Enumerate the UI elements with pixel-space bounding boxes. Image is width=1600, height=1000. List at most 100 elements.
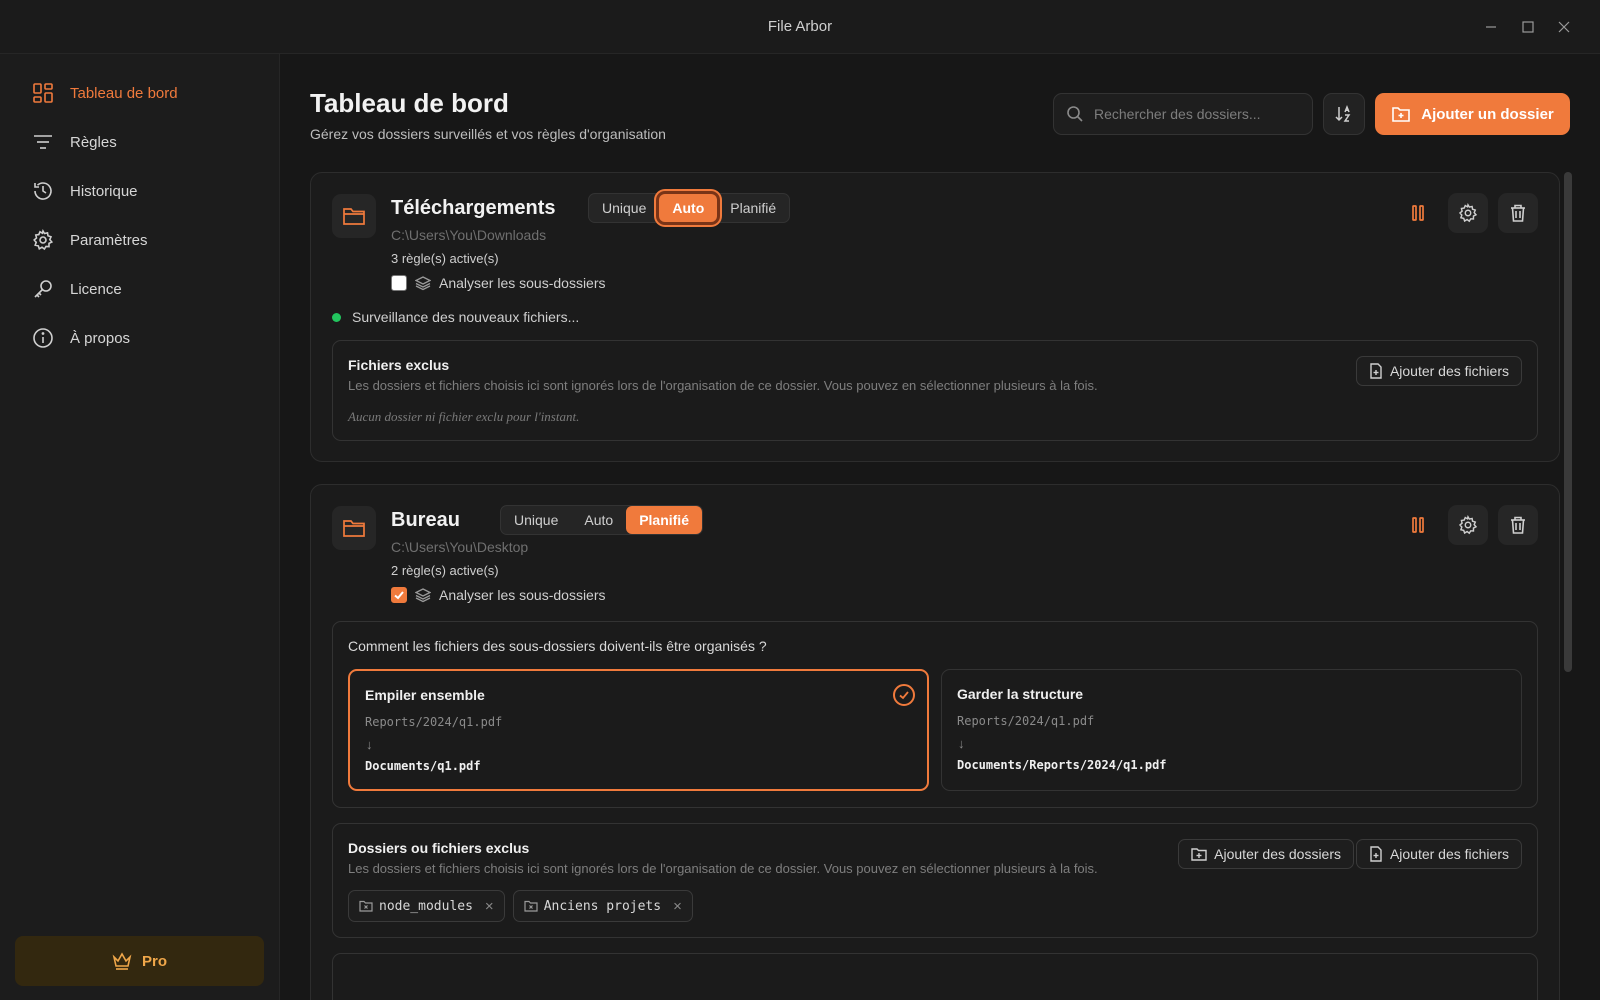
- sidebar-item-rules[interactable]: Règles: [30, 127, 117, 157]
- sidebar-item-label: Licence: [70, 280, 122, 298]
- folder-icon: [332, 194, 376, 238]
- history-icon: [30, 178, 56, 204]
- add-files-button[interactable]: Ajouter des fichiers: [1355, 839, 1522, 869]
- add-folder-button[interactable]: Ajouter un dossier: [1375, 93, 1570, 135]
- mode-option-unique[interactable]: Unique: [501, 506, 571, 534]
- pro-label: Pro: [141, 952, 167, 970]
- organize-question: Comment les fichiers des sous-dossiers d…: [348, 638, 767, 654]
- pause-icon: [1412, 517, 1424, 533]
- mode-option-auto[interactable]: Auto: [571, 506, 626, 534]
- option-title: Empiler ensemble: [365, 687, 485, 703]
- folder-icon: [332, 506, 376, 550]
- gear-icon: [1458, 203, 1478, 223]
- folder-actions: [1398, 193, 1538, 233]
- trash-icon: [1511, 516, 1525, 534]
- sidebar: Tableau de bord Règles Historique Paramè…: [0, 54, 280, 1000]
- scan-subfolders-checkbox[interactable]: [391, 587, 407, 603]
- folder-name: Bureau: [391, 509, 460, 531]
- sidebar-item-label: Règles: [70, 133, 117, 151]
- mode-option-auto[interactable]: Auto: [659, 194, 718, 222]
- sidebar-item-dashboard[interactable]: Tableau de bord: [30, 78, 178, 108]
- remove-item-button[interactable]: ×: [673, 898, 682, 915]
- sidebar-item-label: À propos: [70, 329, 131, 347]
- close-icon: [1558, 21, 1570, 33]
- mode-option-scheduled[interactable]: Planifié: [717, 194, 789, 222]
- gear-icon: [30, 227, 56, 253]
- sidebar-item-history[interactable]: Historique: [30, 176, 138, 206]
- scrollbar-thumb[interactable]: [1564, 172, 1572, 672]
- excluded-item-name: Anciens projets: [543, 898, 662, 914]
- scan-subfolders-toggle[interactable]: Analyser les sous-dossiers: [391, 587, 606, 603]
- search-input[interactable]: [1094, 106, 1312, 122]
- minimize-icon: [1486, 26, 1496, 28]
- scan-subfolders-checkbox[interactable]: [391, 275, 407, 291]
- scan-subfolders-label: Analyser les sous-dossiers: [439, 587, 606, 603]
- page-subtitle: Gérez vos dossiers surveillés et vos règ…: [310, 126, 666, 142]
- crown-icon: [112, 952, 132, 970]
- main-content: Tableau de bord Gérez vos dossiers surve…: [281, 54, 1600, 1000]
- sidebar-item-label: Paramètres: [70, 231, 148, 249]
- remove-item-button[interactable]: ×: [485, 898, 494, 915]
- add-folders-button[interactable]: Ajouter des dossiers: [1178, 839, 1354, 869]
- selected-check-icon: [893, 684, 915, 706]
- title-bar: File Arbor: [0, 0, 1600, 54]
- file-plus-icon: [1369, 363, 1383, 379]
- mode-selector: Unique Auto Planifié: [500, 505, 703, 535]
- excluded-empty-text: Aucun dossier ni fichier exclu pour l'in…: [348, 409, 580, 424]
- minimize-button[interactable]: [1480, 16, 1502, 38]
- excluded-description: Les dossiers et fichiers choisis ici son…: [348, 861, 1098, 876]
- folder-settings-button[interactable]: [1448, 193, 1488, 233]
- folder-settings-button[interactable]: [1448, 505, 1488, 545]
- sort-button[interactable]: [1323, 93, 1365, 135]
- pause-icon: [1412, 205, 1424, 221]
- option-example-destination: Documents/q1.pdf: [365, 759, 481, 773]
- window-title: File Arbor: [767, 18, 833, 35]
- mode-option-unique[interactable]: Unique: [589, 194, 659, 222]
- sidebar-item-settings[interactable]: Paramètres: [30, 225, 148, 255]
- delete-folder-button[interactable]: [1498, 505, 1538, 545]
- status-dot: [332, 312, 341, 322]
- pause-button[interactable]: [1398, 505, 1438, 545]
- sidebar-item-label: Tableau de bord: [70, 84, 178, 102]
- mode-selector: Unique Auto Planifié: [588, 193, 791, 223]
- watch-status: Surveillance des nouveaux fichiers...: [332, 309, 579, 325]
- close-button[interactable]: [1553, 16, 1575, 38]
- add-files-label: Ajouter des fichiers: [1389, 846, 1509, 862]
- sidebar-item-license[interactable]: Licence: [30, 274, 122, 304]
- checkmark-icon: [394, 591, 404, 600]
- search-box: [1053, 93, 1313, 135]
- pause-button[interactable]: [1398, 193, 1438, 233]
- filter-icon: [30, 129, 56, 155]
- pro-button[interactable]: Pro: [15, 936, 264, 986]
- add-folders-label: Ajouter des dossiers: [1214, 846, 1341, 862]
- search-icon: [1067, 106, 1083, 122]
- folder-path: C:\Users\You\Desktop: [391, 539, 529, 555]
- excluded-description: Les dossiers et fichiers choisis ici son…: [348, 378, 1098, 393]
- option-example-source: Reports/2024/q1.pdf: [957, 714, 1095, 728]
- sidebar-item-about[interactable]: À propos: [30, 323, 130, 353]
- mode-option-scheduled[interactable]: Planifié: [626, 506, 702, 534]
- arrow-down-icon: ↓: [366, 737, 373, 752]
- option-keep-structure[interactable]: Garder la structure Reports/2024/q1.pdf …: [941, 669, 1522, 791]
- dashboard-icon: [30, 80, 56, 106]
- scan-subfolders-toggle[interactable]: Analyser les sous-dossiers: [391, 275, 606, 291]
- scan-subfolders-label: Analyser les sous-dossiers: [439, 275, 606, 291]
- info-icon: [30, 325, 56, 351]
- add-files-button[interactable]: Ajouter des fichiers: [1355, 356, 1522, 386]
- arrow-down-icon: ↓: [958, 736, 965, 751]
- folder-card-desktop: Bureau Unique Auto Planifié C:\Users\You…: [310, 484, 1560, 1000]
- gear-icon: [1458, 515, 1478, 535]
- excluded-item-name: node_modules: [379, 898, 473, 914]
- excluded-item-chip: Anciens projets ×: [512, 890, 693, 922]
- layers-icon: [415, 275, 431, 291]
- active-rules-count: 3 règle(s) active(s): [391, 251, 499, 266]
- sort-az-icon: [1335, 104, 1351, 122]
- folder-plus-icon: [1191, 847, 1207, 861]
- folder-plus-icon: [1391, 105, 1411, 123]
- key-icon: [30, 276, 56, 302]
- excluded-item-chip: node_modules ×: [348, 890, 505, 922]
- maximize-button[interactable]: [1517, 16, 1539, 38]
- option-stack-together[interactable]: Empiler ensemble Reports/2024/q1.pdf ↓ D…: [348, 669, 929, 791]
- delete-folder-button[interactable]: [1498, 193, 1538, 233]
- maximize-icon: [1522, 21, 1534, 33]
